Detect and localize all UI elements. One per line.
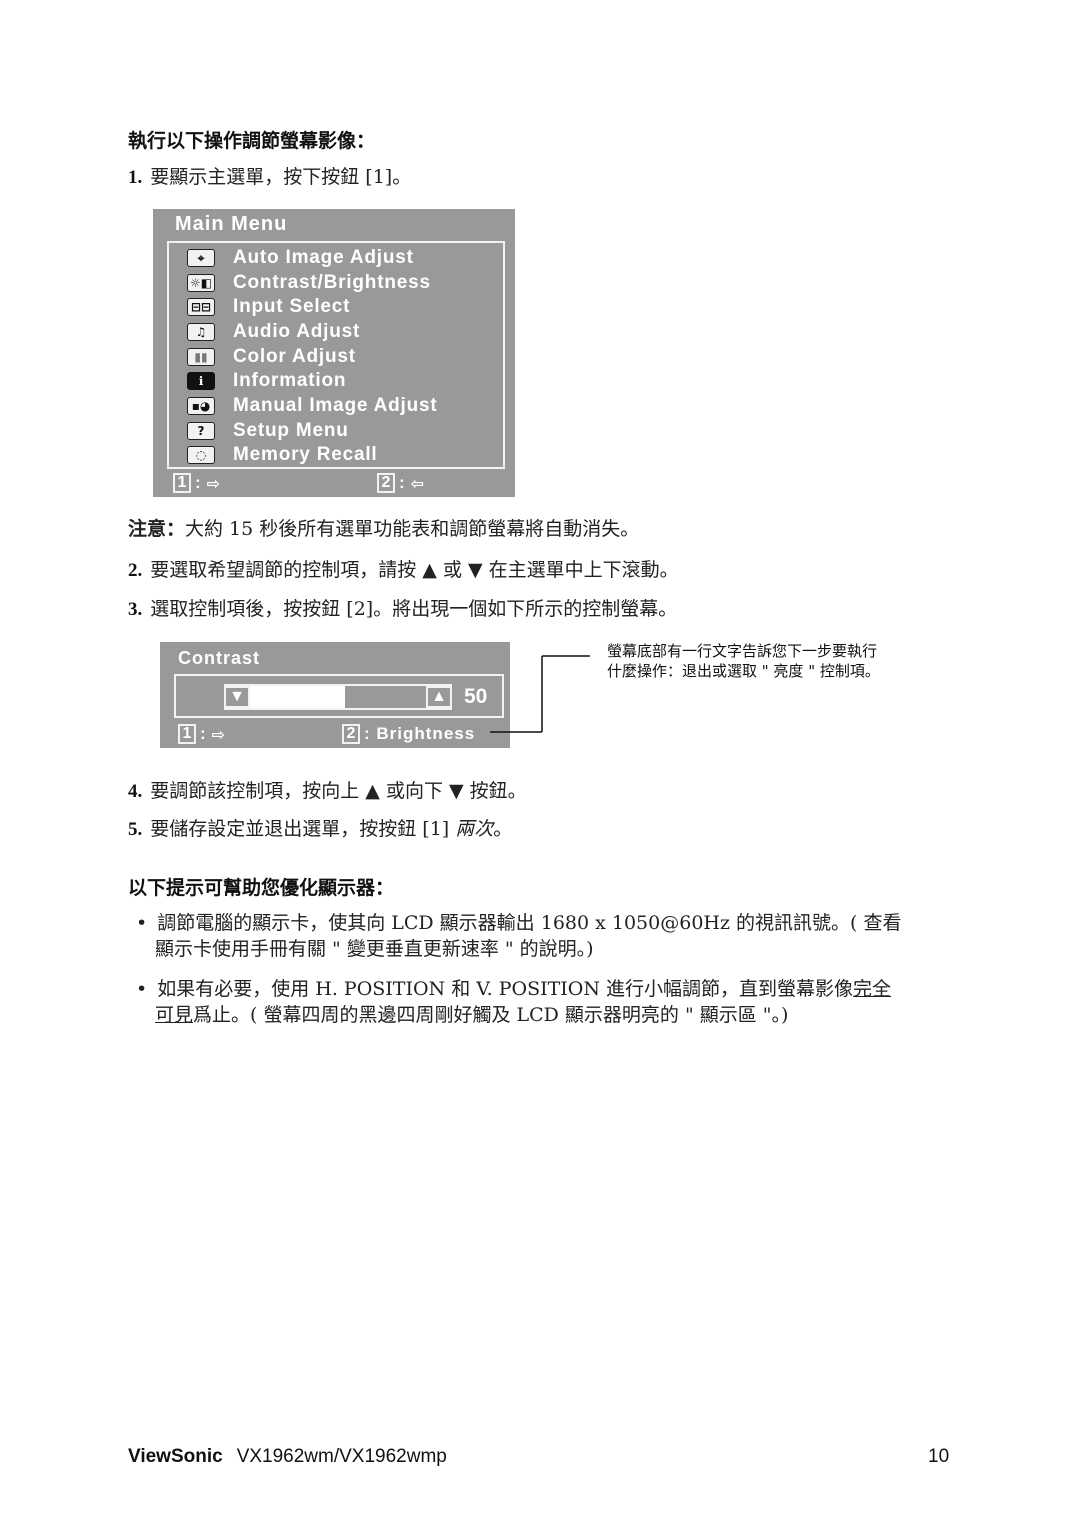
music-note-icon: ♫ [187,323,215,341]
bullet-icon: • [136,912,148,934]
contrast-key-2[interactable]: 2 : Brightness [342,724,475,744]
step-number: 1. [128,167,143,188]
main-menu-title: Main Menu [175,213,288,235]
menu-item-label: Setup Menu [233,420,349,441]
page-number: 10 [928,1446,950,1467]
main-menu-osd: Main Menu ⌖ Auto Image Adjust ☼◧ Contras… [153,209,515,497]
menu-item-input-select[interactable]: ⊟⊟ Input Select [187,295,350,319]
step-text: 要調節該控制項，按向上 ▲ 或向下 ▼ 按鈕。 [150,780,527,802]
step-1: 1. 要顯示主選單，按下按鈕 [1]。 [128,164,411,191]
brightness-label: : Brightness [364,724,476,743]
color-bars-icon: ▮▮ [187,348,215,366]
tip-2-line-2: 爲止。( 螢幕四周的黑邊四周剛好觸及 LCD 顯示器明亮的 " 顯示區 "。) [193,1004,789,1026]
step-number: 3. [128,599,143,620]
contrast-slider-fill [250,686,345,708]
step-2: 2. 要選取希望調節的控制項，請按 ▲ 或 ▼ 在主選單中上下滾動。 [128,557,679,584]
menu-item-auto-image-adjust[interactable]: ⌖ Auto Image Adjust [187,246,414,270]
tip-2-line-1: 如果有必要，使用 H. POSITION 和 V. POSITION 進行小幅調… [157,978,854,1000]
key-2-box: 2 [342,724,360,744]
page-footer: ViewSonic VX1962wm/VX1962wmp [128,1446,447,1468]
input-select-icon: ⊟⊟ [187,298,215,316]
manual-adjust-icon: ▪◕ [187,397,215,415]
tip-1-line-1: 調節電腦的顯示卡，使其向 LCD 顯示器輸出 1680 x 1050@60Hz … [157,912,902,934]
tip-1-line-2: 顯示卡使用手冊有關 " 變更垂直更新速率 " 的說明。) [155,938,594,960]
down-triangle-icon: ▼ [229,688,245,705]
decrease-button[interactable]: ▼ [224,686,250,708]
step-3: 3. 選取控制項後，按按鈕 [2]。將出現一個如下所示的控制螢幕。 [128,596,677,623]
contrast-value: 50 [464,685,488,708]
contrast-slider[interactable] [224,684,452,710]
callout-text: 螢幕底部有一行文字告訴您下一步要執行 什麼操作：退出或選取 " 亮度 " 控制項… [607,641,880,681]
enter-icon: ⇦ [410,473,425,493]
crosshair-icon: ⌖ [187,249,215,267]
tip-1: • 調節電腦的顯示卡，使其向 LCD 顯示器輸出 1680 x 1050@60Hz… [136,910,901,962]
head-profile-icon: ◌ [187,446,215,464]
menu-item-information[interactable]: ℹ Information [187,369,346,393]
callout-connector [490,655,590,733]
section-heading-adjust-image: 執行以下操作調節螢幕影像： [128,130,376,152]
contrast-brightness-icon: ☼◧ [187,274,215,292]
note: 注意：大約 15 秒後所有選單功能表和調節螢幕將自動消失。 [128,516,639,542]
section-heading-tips: 以下提示可幫助您優化顯示器： [128,877,395,899]
step-5: 5. 要儲存設定並退出選單，按按鈕 [1] 兩次。 [128,816,512,843]
key-1-box: 1 [178,724,196,744]
key-2-box: 2 [377,473,395,493]
menu-item-contrast-brightness[interactable]: ☼◧ Contrast/Brightness [187,271,431,295]
menu-item-label: Contrast/Brightness [233,272,431,293]
step-text: 要選取希望調節的控制項，請按 ▲ 或 ▼ 在主選單中上下滾動。 [150,559,679,581]
main-menu-key-1[interactable]: 1 : ⇨ [173,473,220,493]
contrast-key-1[interactable]: 1 : ⇨ [178,724,225,744]
menu-item-memory-recall[interactable]: ◌ Memory Recall [187,443,378,467]
key-1-box: 1 [173,473,191,493]
menu-item-label: Auto Image Adjust [233,247,414,268]
step-4: 4. 要調節該控制項，按向上 ▲ 或向下 ▼ 按鈕。 [128,778,527,805]
contrast-osd: Contrast ▼ ▲ 50 1 : ⇨ 2 : Brightness [160,642,510,748]
step-text: 要儲存設定並退出選單，按按鈕 [1] [150,818,456,840]
bullet-icon: • [136,978,148,1000]
step-text-emphasis: 兩次 [455,818,494,840]
menu-item-setup-menu[interactable]: ? Setup Menu [187,419,349,443]
exit-icon: ⇨ [211,724,226,744]
increase-button[interactable]: ▲ [426,686,452,708]
brand-name: ViewSonic [128,1446,223,1467]
menu-item-label: Input Select [233,296,351,317]
tip-2-underlined-2: 可見 [155,1004,194,1026]
menu-item-label: Audio Adjust [233,321,361,342]
up-triangle-icon: ▲ [431,688,447,705]
model-name: VX1962wm/VX1962wmp [236,1446,447,1467]
contrast-slider-frame: ▼ ▲ 50 [174,674,504,718]
tip-2-underlined-1: 完全 [853,978,892,1000]
step-text: 選取控制項後，按按鈕 [2]。將出現一個如下所示的控制螢幕。 [150,598,678,620]
note-text: 大約 15 秒後所有選單功能表和調節螢幕將自動消失。 [185,518,640,540]
menu-item-manual-image-adjust[interactable]: ▪◕ Manual Image Adjust [187,394,438,418]
step-number: 5. [128,819,143,840]
callout-line-1: 螢幕底部有一行文字告訴您下一步要執行 [607,642,878,660]
step-number: 4. [128,781,143,802]
step-text-end: 。 [493,818,513,840]
step-text: 要顯示主選單，按下按鈕 [1]。 [150,166,412,188]
note-label: 注意： [128,518,186,540]
menu-item-color-adjust[interactable]: ▮▮ Color Adjust [187,345,356,369]
tip-2: • 如果有必要，使用 H. POSITION 和 V. POSITION 進行小幅… [136,976,891,1028]
menu-item-label: Information [233,370,347,391]
exit-icon: ⇨ [206,473,221,493]
menu-item-label: Color Adjust [233,346,356,367]
info-icon: ℹ [187,372,215,390]
menu-item-label: Memory Recall [233,444,378,465]
menu-item-label: Manual Image Adjust [233,395,438,416]
step-number: 2. [128,560,143,581]
callout-line-2: 什麼操作：退出或選取 " 亮度 " 控制項。 [607,662,880,680]
main-menu-key-2[interactable]: 2 : ⇦ [377,473,424,493]
contrast-title: Contrast [178,648,261,668]
main-menu-list: ⌖ Auto Image Adjust ☼◧ Contrast/Brightne… [167,241,505,469]
question-icon: ? [187,422,215,440]
menu-item-audio-adjust[interactable]: ♫ Audio Adjust [187,320,360,344]
